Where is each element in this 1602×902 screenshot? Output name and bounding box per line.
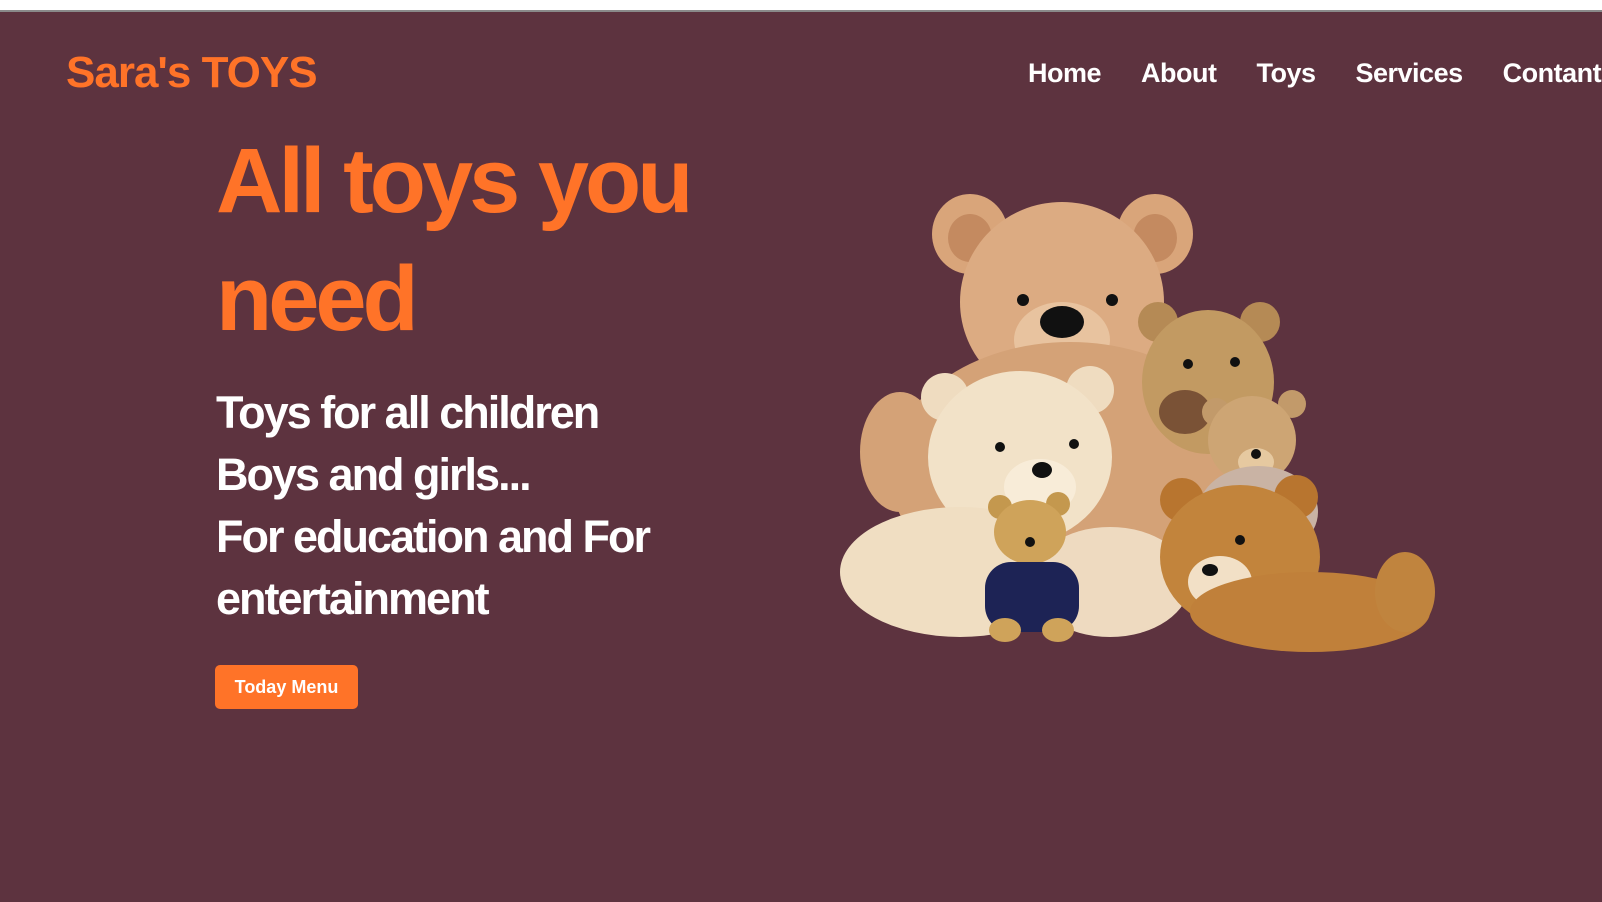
teddy-bears-image [840,194,1435,652]
hero-line-children: Toys for all children [216,387,600,438]
nav-link-services[interactable]: Services [1356,58,1464,89]
golden-bear [1160,475,1435,652]
hero-line-boys-girls: Boys and girls... [216,449,532,500]
hero-line-education: For education and For entertainment [216,511,651,624]
site-logo[interactable]: Sara's TOYS [66,48,318,98]
nav-link-toys[interactable]: Toys [1256,58,1316,89]
nav-link-contant[interactable]: Contant [1503,58,1602,89]
browser-top-edge [0,0,1602,12]
nav-link-about[interactable]: About [1141,58,1217,89]
nav-link-home[interactable]: Home [1028,58,1102,89]
hero-subtext: Toys for all children Boys and girls... … [216,382,686,630]
today-menu-button[interactable]: Today Menu [215,665,358,709]
hero-page: Sara's TOYS Home About Toys Services Con… [0,12,1602,902]
main-nav: Home About Toys Services Contant [1028,58,1602,89]
hero-headline: All toys you need [216,130,693,350]
